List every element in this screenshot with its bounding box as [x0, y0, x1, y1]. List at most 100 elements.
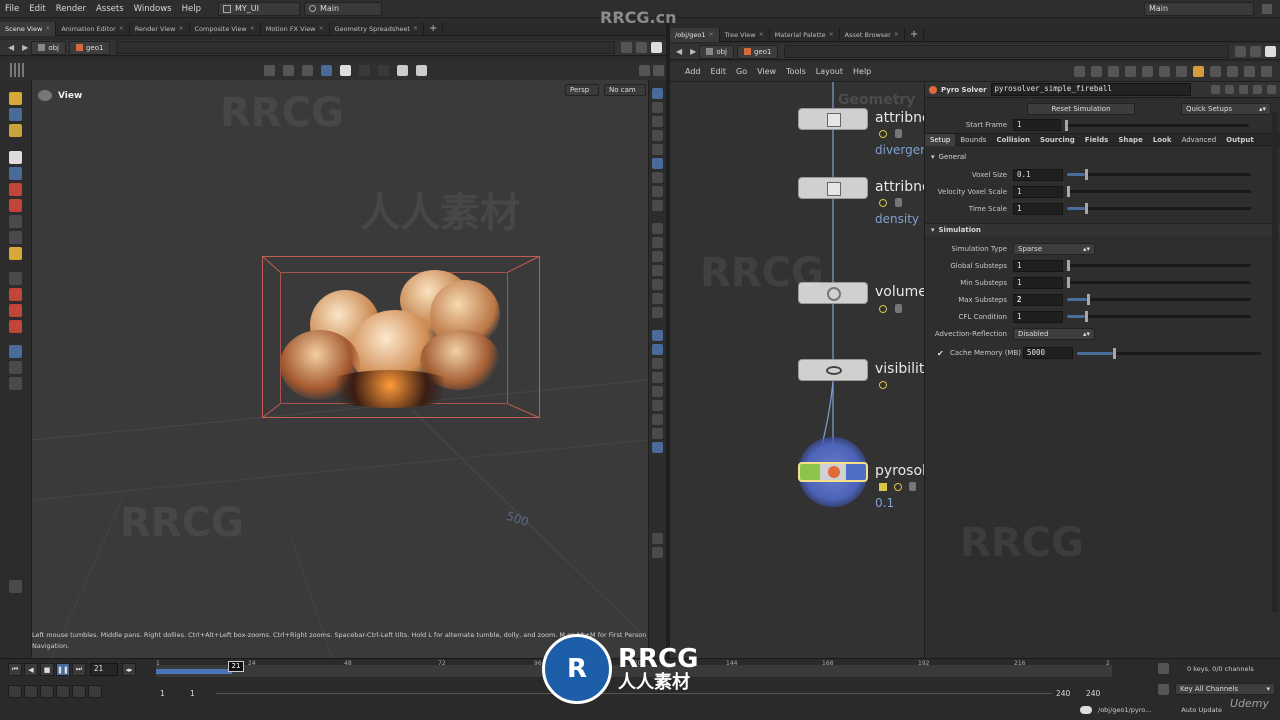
flipbook-icon[interactable]	[652, 414, 663, 425]
add-tab-icon[interactable]: +	[424, 21, 444, 36]
flag-icon[interactable]	[1091, 66, 1102, 77]
menu-help[interactable]: Help	[177, 0, 206, 18]
tree-icon[interactable]	[1108, 66, 1119, 77]
stop-button[interactable]: ■	[40, 663, 54, 676]
pivot-icon[interactable]	[9, 345, 22, 358]
camera-icon[interactable]	[416, 64, 427, 76]
tab-asset-browser[interactable]: Asset Browser ×	[840, 27, 905, 42]
close-icon[interactable]: ×	[250, 22, 255, 36]
network-menu-edit[interactable]: Edit	[706, 67, 732, 76]
select-mode-icon[interactable]	[9, 272, 22, 285]
palette-icon[interactable]	[1227, 66, 1238, 77]
cfl-condition-slider[interactable]	[1067, 311, 1251, 322]
tab-look[interactable]: Look	[1148, 134, 1177, 146]
tab-geometry-spreadsheet[interactable]: Geometry Spreadsheet ×	[330, 21, 424, 36]
loop-icon[interactable]	[40, 685, 54, 698]
close-icon[interactable]: ×	[119, 22, 124, 36]
viewport-layout-icon[interactable]	[653, 64, 664, 76]
menu-render[interactable]: Render	[51, 0, 91, 18]
snapshot-icon[interactable]	[652, 428, 663, 439]
parameter-scrollbar[interactable]	[1272, 112, 1278, 612]
link-icon[interactable]	[636, 42, 647, 53]
handle-tool-icon[interactable]	[9, 92, 22, 105]
diamond-icon[interactable]	[652, 358, 663, 369]
slider-knob[interactable]	[1085, 311, 1088, 322]
go-to-start-button[interactable]: ⏮	[8, 663, 22, 676]
wireframe-icon[interactable]	[321, 64, 332, 76]
reset-simulation-button[interactable]: Reset Simulation	[1027, 103, 1135, 115]
record-icon[interactable]	[56, 685, 70, 698]
pin-icon[interactable]	[621, 42, 632, 53]
close-icon[interactable]: ×	[413, 22, 418, 36]
tab-composite-view[interactable]: Composite View ×	[190, 21, 261, 36]
velocity-voxel-scale-field[interactable]: 1	[1013, 185, 1063, 198]
link-icon[interactable]	[1250, 46, 1261, 57]
uv-icon[interactable]	[652, 279, 663, 290]
shape-icon[interactable]	[1210, 66, 1221, 77]
tab-tree-view[interactable]: Tree View ×	[720, 27, 770, 42]
playback-end-field[interactable]: 240	[1056, 689, 1070, 698]
lock-camera-icon[interactable]	[652, 102, 663, 113]
square-icon[interactable]	[652, 400, 663, 411]
bounding-icon[interactable]	[652, 186, 663, 197]
path-obj[interactable]: obj	[699, 44, 734, 59]
slider-knob[interactable]	[1113, 347, 1116, 359]
display-options-icon[interactable]	[639, 64, 650, 76]
current-frame-marker[interactable]: 21	[228, 661, 244, 672]
lock-icon[interactable]	[652, 116, 663, 127]
pin-icon[interactable]	[1235, 46, 1246, 57]
tab-network-view[interactable]: /obj/geo1 ×	[670, 27, 720, 42]
display-flag-icon[interactable]	[879, 483, 887, 491]
tab-fields[interactable]: Fields	[1080, 134, 1114, 146]
close-icon[interactable]: ×	[894, 28, 899, 42]
play-reverse-button[interactable]: ◀	[24, 663, 38, 676]
brush-icon[interactable]	[652, 307, 663, 318]
quick-setups-menu[interactable]: Quick Setups ▴▾	[1181, 103, 1271, 115]
network-menu-add[interactable]: Add	[680, 67, 706, 76]
tab-advanced[interactable]: Advanced	[1177, 134, 1222, 146]
scale-tool-icon[interactable]	[9, 124, 22, 137]
simulation-type-menu[interactable]: Sparse ▴▾	[1013, 242, 1095, 255]
bypass-flag-icon[interactable]	[894, 483, 902, 491]
desktop-select[interactable]: MY_UI	[217, 1, 300, 16]
min-substeps-slider[interactable]	[1067, 277, 1251, 288]
info-icon[interactable]	[1267, 85, 1276, 94]
pyro-solver-node[interactable]	[798, 462, 868, 482]
tab-bounds[interactable]: Bounds	[955, 134, 991, 146]
tab-setup[interactable]: Setup	[925, 133, 956, 146]
path-geo[interactable]: geo1	[68, 40, 111, 55]
point-icon[interactable]	[652, 223, 663, 234]
persist-icon[interactable]	[9, 361, 22, 374]
shaded-icon[interactable]	[340, 64, 351, 76]
voxel-size-field[interactable]: 0.1	[1013, 168, 1063, 181]
tab-material-palette[interactable]: Material Palette ×	[770, 27, 840, 42]
tab-output[interactable]: Output	[1221, 134, 1259, 146]
background-icon[interactable]	[359, 64, 370, 76]
snap-icon[interactable]	[652, 158, 663, 169]
tab-render-view[interactable]: Render View ×	[130, 21, 190, 36]
light-icon[interactable]	[302, 64, 313, 76]
simulation-section[interactable]: ▾ Simulation	[925, 223, 1280, 236]
snap-grid-icon[interactable]	[9, 304, 22, 317]
current-frame-field[interactable]: 21	[90, 663, 118, 676]
close-icon[interactable]: ×	[319, 22, 324, 36]
start-frame-slider[interactable]	[1065, 119, 1249, 131]
main-context-select[interactable]: Main	[1144, 2, 1254, 16]
network-menu-tools[interactable]: Tools	[781, 67, 811, 76]
light-icon[interactable]	[652, 130, 663, 141]
hand-icon[interactable]	[652, 293, 663, 304]
tab-motion-fx-view[interactable]: Motion FX View ×	[261, 21, 330, 36]
forward-arrow-icon[interactable]: ▶	[690, 47, 696, 56]
tab-shape[interactable]: Shape	[1113, 134, 1148, 146]
paint-icon[interactable]	[9, 247, 22, 260]
max-substeps-slider[interactable]	[1067, 294, 1251, 305]
grid-icon[interactable]	[1125, 66, 1136, 77]
playback-start-field[interactable]: 1	[190, 689, 195, 698]
pane-menu-icon[interactable]	[1265, 46, 1276, 57]
hair-tool-icon[interactable]	[9, 580, 22, 593]
network-menu-help[interactable]: Help	[848, 67, 876, 76]
tab-collision[interactable]: Collision	[991, 134, 1035, 146]
context-select[interactable]: Main	[303, 1, 382, 16]
max-substeps-field[interactable]: 2	[1013, 293, 1063, 306]
visibility-icon[interactable]	[397, 64, 408, 76]
